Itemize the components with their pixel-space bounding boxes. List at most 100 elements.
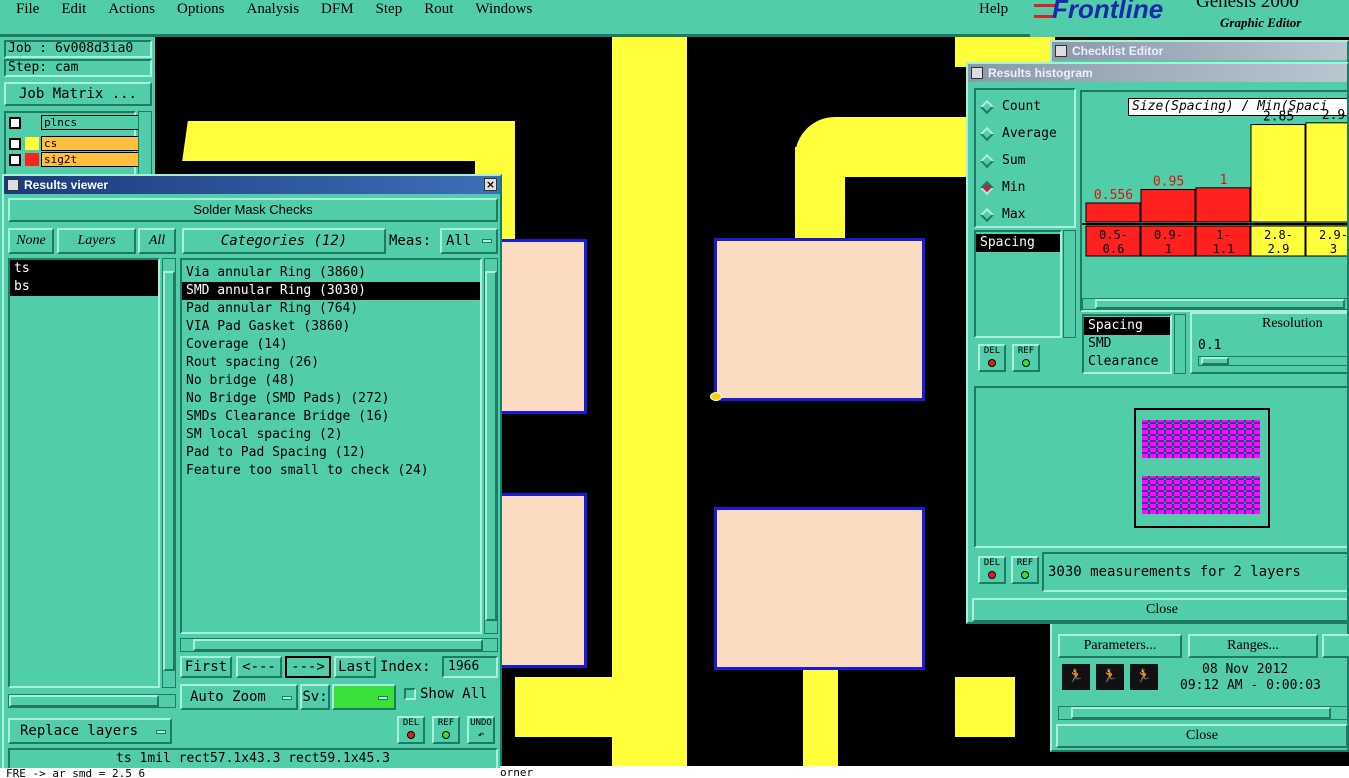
close-icon[interactable]: × [484, 178, 497, 191]
category-item[interactable]: No Bridge (SMD Pads) (272) [182, 390, 480, 408]
category-item[interactable]: Feature too small to check (24) [182, 462, 480, 480]
category-scrollbar[interactable] [484, 258, 498, 634]
replace-layers-dropdown[interactable]: Replace layers [8, 718, 172, 744]
ref-button[interactable]: REF [432, 716, 460, 744]
layer-checkbox[interactable] [9, 116, 21, 129]
histogram-hscroll[interactable] [1082, 298, 1347, 310]
list-item[interactable]: SMD [1084, 335, 1170, 353]
smd-pad[interactable] [495, 493, 587, 668]
preview-del-button[interactable]: DEL [978, 556, 1006, 584]
hist-ref-button[interactable]: REF [1012, 344, 1040, 372]
last-button[interactable]: Last [334, 656, 376, 678]
runner-icon[interactable]: 🏃 [1096, 664, 1124, 690]
category-item[interactable]: Pad annular Ring (764) [182, 300, 480, 318]
del-button[interactable]: DEL [397, 716, 425, 744]
layer-result-list[interactable]: ts bs [8, 258, 160, 688]
histogram-bar[interactable] [1250, 124, 1306, 223]
mode-average[interactable]: Average [976, 120, 1074, 147]
category-item[interactable]: No bridge (48) [182, 372, 480, 390]
parameters-button[interactable]: Parameters... [1058, 634, 1182, 658]
smd-pad[interactable] [495, 239, 587, 414]
layers-button[interactable]: Layers [57, 228, 136, 254]
checklist-editor-titlebar[interactable]: Checklist Editor [1052, 42, 1347, 60]
mode-min[interactable]: Min [976, 174, 1074, 201]
category-list[interactable]: Via annular Ring (3860) SMD annular Ring … [180, 258, 482, 634]
list-item[interactable]: Spacing [976, 234, 1060, 252]
mode-count[interactable]: Count [976, 93, 1074, 120]
show-all-checkbox[interactable] [404, 688, 416, 700]
sv-color-dropdown[interactable] [332, 684, 396, 710]
menu-file[interactable]: File [16, 1, 39, 17]
attribute-scrollbar[interactable] [1063, 230, 1076, 338]
category-item[interactable]: VIA Pad Gasket (3860) [182, 318, 480, 336]
histogram-bar[interactable] [1140, 189, 1196, 223]
category-item[interactable]: SMD annular Ring (3030) [182, 282, 480, 300]
ranges-button[interactable]: Ranges... [1188, 634, 1318, 658]
layer-list-hscroll[interactable] [8, 694, 176, 708]
all-button[interactable]: All [138, 228, 176, 254]
prev-button[interactable]: <--- [236, 656, 282, 678]
first-button[interactable]: First [180, 656, 232, 678]
window-menu-icon[interactable] [1055, 45, 1067, 57]
window-menu-icon[interactable] [971, 67, 983, 79]
histogram-titlebar[interactable]: Results histogram [968, 64, 1347, 82]
hist-del-button[interactable]: DEL [978, 344, 1006, 372]
layer-scrollbar[interactable] [138, 111, 152, 179]
category-item[interactable]: Rout spacing (26) [182, 354, 480, 372]
layer-list-scrollbar[interactable] [162, 258, 176, 688]
menu-rout[interactable]: Rout [424, 1, 453, 17]
none-button[interactable]: None [8, 228, 54, 254]
category-item[interactable]: Coverage (14) [182, 336, 480, 354]
category-hscroll[interactable] [180, 638, 498, 652]
layer-row[interactable]: plncs [6, 114, 152, 131]
attribute-list[interactable]: Spacing [974, 230, 1062, 338]
list-item[interactable]: bs [10, 278, 158, 296]
menu-actions[interactable]: Actions [108, 1, 155, 17]
histogram-bar[interactable] [1195, 187, 1251, 223]
histogram-bar[interactable] [1305, 122, 1349, 223]
menu-step[interactable]: Step [376, 1, 403, 17]
menu-edit[interactable]: Edit [61, 1, 86, 17]
auto-zoom-dropdown[interactable]: Auto Zoom [180, 684, 298, 710]
list-item[interactable]: Clearance [1084, 353, 1170, 371]
menu-dfm[interactable]: DFM [321, 1, 354, 17]
index-input[interactable]: 1966 [442, 656, 498, 678]
menu-options[interactable]: Options [177, 1, 225, 17]
menu-help[interactable]: Help [979, 0, 1008, 18]
layer-row[interactable]: cs [6, 135, 152, 152]
histogram-bar[interactable] [1085, 202, 1141, 223]
command-line[interactable]: FRE -> ar_smd = 2.5 6 [0, 768, 500, 778]
layer-row[interactable]: sig2t [6, 151, 152, 168]
extra-button[interactable] [1322, 634, 1349, 658]
menu-analysis[interactable]: Analysis [247, 1, 300, 17]
layer-checkbox[interactable] [9, 137, 21, 150]
group-list[interactable]: Spacing SMD Clearance [1082, 314, 1172, 374]
category-item[interactable]: Pad to Pad Spacing (12) [182, 444, 480, 462]
results-viewer-titlebar[interactable]: Results viewer [4, 176, 500, 194]
smd-pad[interactable] [714, 238, 925, 401]
category-item[interactable]: Via annular Ring (3860) [182, 264, 480, 282]
histogram-chart[interactable]: Size(Spacing) / Min(Spaci 0.556 0.5- 0.6 0.… [1080, 90, 1349, 312]
smd-pad[interactable] [714, 507, 925, 670]
list-item[interactable]: ts [10, 260, 158, 278]
group-scrollbar[interactable] [1174, 314, 1186, 374]
runner-icon[interactable]: 🏃 [1062, 664, 1090, 690]
mode-sum[interactable]: Sum [976, 147, 1074, 174]
mode-max[interactable]: Max [976, 201, 1074, 228]
category-item[interactable]: SM local spacing (2) [182, 426, 480, 444]
layer-checkbox[interactable] [9, 153, 21, 166]
resolution-slider[interactable] [1198, 356, 1347, 366]
checklist-hscroll[interactable] [1058, 706, 1348, 720]
checklist-close-button[interactable]: Close [1056, 724, 1348, 748]
undo-button[interactable]: UNDO ↶ [467, 716, 495, 744]
meas-dropdown[interactable]: All [440, 228, 498, 254]
preview-ref-button[interactable]: REF [1011, 556, 1039, 584]
next-button[interactable]: ---> [285, 656, 331, 678]
menu-windows[interactable]: Windows [475, 1, 532, 17]
list-item[interactable]: Spacing [1084, 317, 1170, 335]
category-item[interactable]: SMDs Clearance Bridge (16) [182, 408, 480, 426]
categories-button[interactable]: Categories (12) [182, 228, 386, 254]
histogram-close-button[interactable]: Close [972, 598, 1347, 622]
runner-icon[interactable]: 🏃 [1130, 664, 1158, 690]
job-matrix-button[interactable]: Job Matrix ... [4, 82, 152, 106]
